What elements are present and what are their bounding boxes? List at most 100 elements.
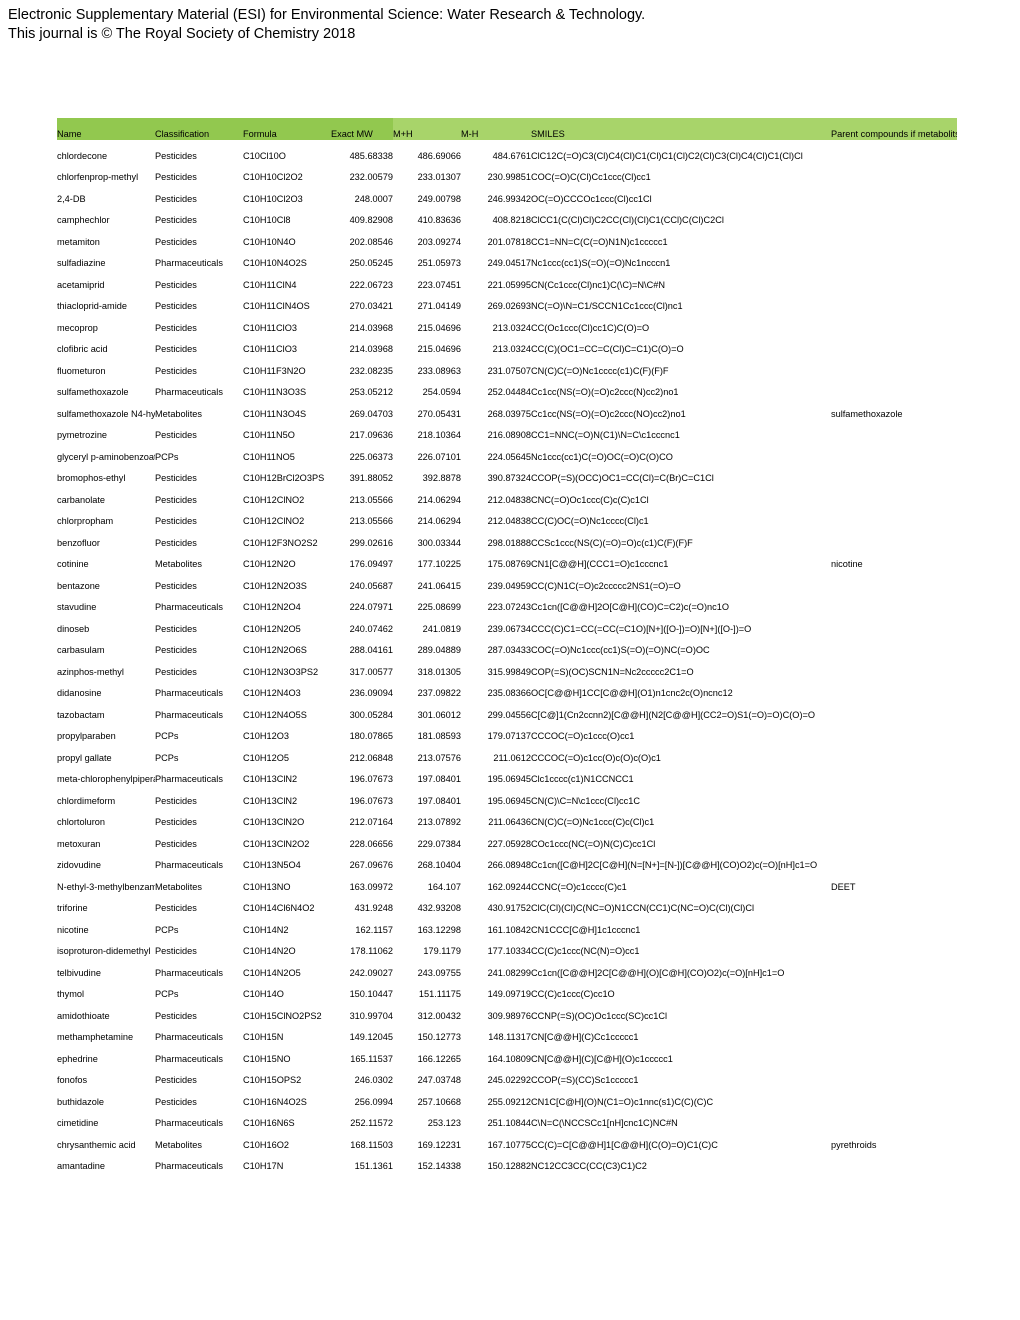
cell-smiles: CCSc1ccc(NS(C)(=O)=O)c(c1)C(F)(F)F <box>531 537 693 548</box>
cell-m-minus-h: 255.09212 <box>487 1096 531 1107</box>
cell-m-plus-h: 164.107 <box>427 881 461 892</box>
cell-exact-mw: 214.03968 <box>349 344 393 355</box>
cell-m-plus-h: 241.0819 <box>422 623 461 634</box>
table-row: triforine Pesticides C10H14Cl6N4O2 431.9248… <box>57 892 957 914</box>
cell-formula: C10H11N3O4S <box>243 408 307 419</box>
cell-name: ephedrine <box>57 1053 98 1064</box>
cell-smiles: ClCC1(C(Cl)Cl)C2CC(Cl)(Cl)C1(CCl)C(Cl)C2… <box>531 215 724 226</box>
cell-classification: Pharmaceuticals <box>155 602 223 613</box>
cell-m-plus-h: 223.07451 <box>417 279 461 290</box>
cell-name: metamiton <box>57 236 100 247</box>
cell-name: nicotine <box>57 924 89 935</box>
cell-exact-mw: 213.05566 <box>349 494 393 505</box>
cell-formula: C10H13ClN2O <box>243 817 305 828</box>
cell-formula: C10H12BrCl2O3PS <box>243 473 325 484</box>
cell-m-minus-h: 230.99851 <box>487 172 531 183</box>
cell-name: bromophos-ethyl <box>57 473 126 484</box>
cell-m-minus-h: 221.05995 <box>487 279 531 290</box>
cell-formula: C10H12ClNO2 <box>243 516 305 527</box>
table-header: Name Classification Formula Exact MW M+H… <box>57 118 957 140</box>
cell-exact-mw: 485.68338 <box>349 150 393 161</box>
cell-m-plus-h: 150.12773 <box>417 1032 461 1043</box>
cell-m-minus-h: 211.0612 <box>493 752 531 763</box>
table-row: amidothioate Pesticides C10H15ClNO2PS2 310.… <box>57 1000 957 1022</box>
cell-formula: C10H11ClN4OS <box>243 301 310 312</box>
table-row: chlordecone Pesticides C10Cl10O 485.68338 48… <box>57 140 957 162</box>
cell-classification: Pesticides <box>155 279 197 290</box>
cell-classification: Pesticides <box>155 516 197 527</box>
cell-classification: Metabolites <box>155 881 202 892</box>
cell-smiles: ClC(Cl)(Cl)C(NC=O)N1CCN(CC1)C(NC=O)C(Cl)… <box>531 903 755 914</box>
cell-exact-mw: 269.04703 <box>349 408 393 419</box>
cell-smiles: NC12CC3CC(CC(C3)C1)C2 <box>531 1161 647 1172</box>
cell-m-plus-h: 253.123 <box>427 1118 461 1129</box>
cell-m-plus-h: 432.93208 <box>417 903 461 914</box>
cell-parent-compound <box>831 312 957 334</box>
cell-parent-compound <box>831 1043 957 1065</box>
cell-parent-compound <box>831 269 957 291</box>
cell-name: sulfamethoxazole N4-hydroxy <box>57 408 155 419</box>
cell-parent-compound <box>831 656 957 678</box>
cell-m-plus-h: 203.09274 <box>417 236 461 247</box>
cell-m-minus-h: 213.0324 <box>492 322 531 333</box>
cell-classification: Pesticides <box>155 946 197 957</box>
cell-name: N-ethyl-3-methylbenzamide <box>57 881 155 892</box>
cell-m-minus-h: 249.04517 <box>487 258 531 269</box>
cell-parent-compound <box>831 957 957 979</box>
cell-name: meta-chlorophenylpiperazine <box>57 774 155 785</box>
cell-name: triforine <box>57 903 88 914</box>
cell-classification: Pesticides <box>155 301 197 312</box>
cell-exact-mw: 240.07462 <box>349 623 393 634</box>
cell-formula: C10H14N2O5 <box>243 967 301 978</box>
cell-parent-compound <box>831 613 957 635</box>
cell-parent-compound: pyrethroids <box>831 1139 877 1150</box>
cell-name: amidothioate <box>57 1010 110 1021</box>
cell-formula: C10H14O <box>243 989 284 1000</box>
cell-smiles: COC(=O)C(Cl)Cc1ccc(Cl)cc1 <box>531 172 651 183</box>
cell-m-plus-h: 218.10364 <box>417 430 461 441</box>
cell-name: camphechlor <box>57 215 110 226</box>
cell-smiles: CCNC(=O)c1cccc(C)c1 <box>531 881 627 892</box>
esi-notice-line-1: Electronic Supplementary Material (ESI) … <box>8 7 646 23</box>
cell-m-minus-h: 211.06436 <box>488 817 531 828</box>
cell-m-minus-h: 149.09719 <box>487 989 531 1000</box>
cell-name: fonofos <box>57 1075 88 1086</box>
table-row: meta-chlorophenylpiperazinePharmaceutica… <box>57 763 957 785</box>
cell-smiles: CN(Cc1ccc(Cl)nc1)C(\C)=N\C#N <box>531 279 665 290</box>
cell-classification: Metabolites <box>155 408 202 419</box>
table-row: metoxuran Pesticides C10H13ClN2O2 228.06656… <box>57 828 957 850</box>
cell-smiles: Cc1cn([C@H]2C[C@H](N=[N+]=[N-])[C@@H](CO… <box>531 860 818 871</box>
cell-parent-compound <box>831 376 957 398</box>
cell-smiles: Cc1cn([C@@H]2O[C@H](CO)C=C2)c(=O)nc1O <box>531 602 729 613</box>
cell-parent-compound <box>831 677 957 699</box>
cell-formula: C10H12N2O4 <box>243 602 301 613</box>
cell-formula: C10H13ClN2O2 <box>243 838 310 849</box>
cell-name: 2,4-DB <box>57 193 86 204</box>
cell-m-plus-h: 233.08963 <box>417 365 461 376</box>
cell-parent-compound <box>831 247 957 269</box>
cell-smiles: OC(=O)CCCOc1ccc(Cl)cc1Cl <box>531 193 652 204</box>
cell-parent-compound <box>831 1021 957 1043</box>
cell-smiles: Nc1ccc(cc1)C(=O)OC(=O)C(O)CO <box>531 451 673 462</box>
cell-smiles: CC(C)c1ccc(C)cc1O <box>531 989 615 1000</box>
cell-classification: Pesticides <box>155 537 197 548</box>
column-header-m-minus-h: M-H <box>461 118 531 140</box>
cell-name: chlordecone <box>57 150 108 161</box>
column-header-parent-compounds: Parent compounds if metabolits <box>831 118 957 140</box>
cell-name: clofibric acid <box>57 344 108 355</box>
cell-classification: Pesticides <box>155 150 197 161</box>
cell-exact-mw: 151.1361 <box>354 1161 393 1172</box>
cell-formula: C10H12N2O3S <box>243 580 307 591</box>
cell-m-minus-h: 227.05928 <box>487 838 531 849</box>
cell-smiles: CN(C)\C=N\c1ccc(Cl)cc1C <box>531 795 640 806</box>
cell-formula: C10H12ClNO2 <box>243 494 305 505</box>
table-row: fluometuron Pesticides C10H11F3N2O 232.0823… <box>57 355 957 377</box>
cell-formula: C10H12N2O6S <box>243 645 307 656</box>
cell-smiles: CC(C)OC(=O)Nc1cccc(Cl)c1 <box>531 516 649 527</box>
cell-smiles: Clc1cccc(c1)N1CCNCC1 <box>531 774 634 785</box>
cell-formula: C10H10Cl2O2 <box>243 172 303 183</box>
cell-classification: Pesticides <box>155 365 197 376</box>
cell-m-plus-h: 225.08699 <box>417 602 461 613</box>
cell-smiles: CC(C)N1C(=O)c2ccccc2NS1(=O)=O <box>531 580 681 591</box>
cell-exact-mw: 214.03968 <box>349 322 393 333</box>
